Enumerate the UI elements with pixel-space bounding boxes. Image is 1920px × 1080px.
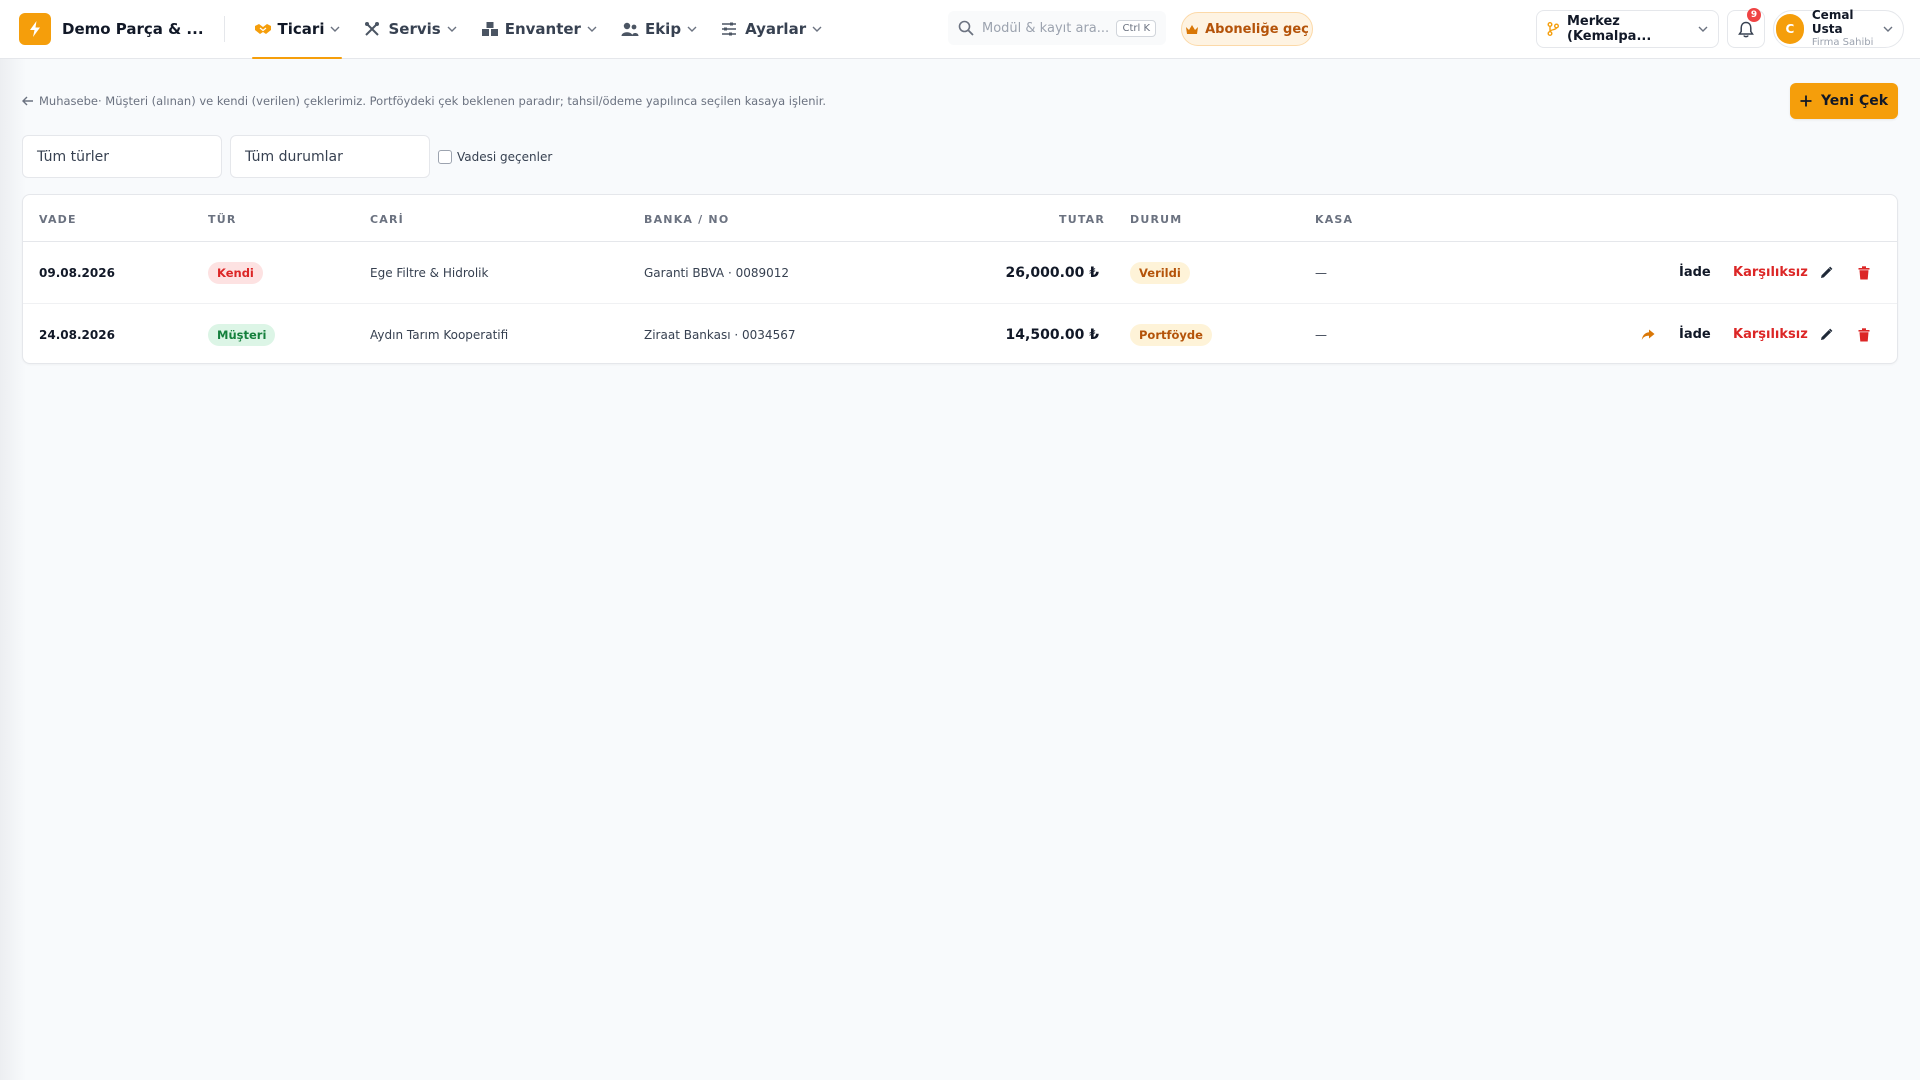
brand[interactable]: Demo Parça & ...	[19, 13, 204, 45]
users-icon	[621, 20, 639, 38]
nav-item-envanter[interactable]: Envanter	[471, 0, 607, 59]
chevron-down-icon	[1698, 26, 1708, 32]
amount: 26,000.00 ₺	[1005, 264, 1099, 281]
nav-item-ekip[interactable]: Ekip	[611, 0, 707, 59]
avatar: C	[1776, 14, 1804, 44]
nav-label: Ayarlar	[745, 20, 807, 38]
cash-account: —	[1315, 265, 1327, 280]
notification-badge: 9	[1747, 8, 1761, 22]
boxes-icon	[481, 20, 499, 38]
filter-bar: Tüm türler Tüm durumlar Vadesi geçenler	[22, 135, 552, 178]
column-header-durum: DURUM	[1130, 213, 1183, 226]
forward-icon[interactable]	[1641, 304, 1655, 365]
chevron-down-icon	[812, 24, 822, 34]
plus-icon	[1800, 95, 1812, 107]
breadcrumb: Muhasebe · Müşteri (alınan) ve kendi (ve…	[22, 94, 826, 108]
branch-selector[interactable]: Merkez (Kemalpa...	[1536, 10, 1719, 48]
brand-name: Demo Parça & ...	[62, 20, 204, 38]
column-header-vade: VADE	[39, 213, 77, 226]
global-search[interactable]: Ctrl K	[948, 11, 1166, 45]
type-badge: Müşteri	[208, 323, 276, 346]
bank-number: Ziraat Bankası · 0034567	[644, 327, 796, 342]
due-date: 09.08.2026	[39, 265, 115, 280]
subscribe-label: Aboneliğe geç	[1205, 21, 1309, 37]
search-icon	[958, 20, 974, 36]
sliders-icon	[721, 20, 739, 38]
column-header-tur: TÜR	[208, 213, 237, 226]
return-button[interactable]: İade	[1679, 304, 1711, 365]
status-filter-select[interactable]: Tüm durumlar	[230, 135, 430, 178]
handshake-icon	[254, 20, 272, 38]
type-cell: Müşteri	[208, 304, 276, 365]
account-name: Aydın Tarım Kooperatifi	[370, 327, 509, 342]
nav-label: Envanter	[504, 20, 581, 38]
edit-icon[interactable]	[1819, 242, 1833, 303]
divider	[223, 16, 225, 42]
due-date: 24.08.2026	[39, 327, 115, 342]
page-description: · Müşteri (alınan) ve kendi (verilen) çe…	[98, 94, 827, 108]
search-shortcut-hint: Ctrl K	[1116, 19, 1156, 37]
trash-icon[interactable]	[1858, 304, 1870, 365]
column-header-kasa: KASA	[1315, 213, 1354, 226]
table-header: VADE TÜR CARİ BANKA / NO TUTAR DURUM KAS…	[23, 195, 1897, 242]
nav-item-ticari[interactable]: Ticari	[244, 0, 351, 59]
return-button[interactable]: İade	[1679, 242, 1711, 303]
trash-icon[interactable]	[1858, 242, 1870, 303]
overdue-checkbox[interactable]	[438, 149, 452, 164]
status-cell: Verildi	[1130, 242, 1190, 303]
table-row[interactable]: 24.08.2026 Müşteri Aydın Tarım Kooperati…	[23, 303, 1897, 364]
overdue-filter[interactable]: Vadesi geçenler	[438, 149, 553, 164]
nav-label: Ticari	[277, 20, 325, 38]
nav-item-ayarlar[interactable]: Ayarlar	[711, 0, 832, 59]
type-badge: Kendi	[208, 261, 263, 284]
branch-label: Merkez (Kemalpa...	[1567, 14, 1652, 44]
nav-label: Ekip	[644, 20, 682, 38]
user-info: Cemal Usta Firma Sahibi	[1812, 9, 1883, 48]
table-row[interactable]: 09.08.2026 Kendi Ege Filtre & Hidrolik G…	[23, 242, 1897, 303]
status-cell: Portföyde	[1130, 304, 1212, 365]
user-menu[interactable]: C Cemal Usta Firma Sahibi	[1773, 9, 1904, 48]
new-check-label: Yeni Çek	[1820, 93, 1889, 109]
arrow-left-icon[interactable]	[22, 96, 34, 106]
nav-item-servis[interactable]: Servis	[354, 0, 466, 59]
subscribe-button[interactable]: Aboneliğe geç	[1181, 12, 1313, 46]
cash-account: —	[1315, 327, 1327, 342]
chevron-down-icon	[587, 24, 597, 34]
overdue-checkbox-label: Vadesi geçenler	[457, 149, 553, 164]
chevron-down-icon	[447, 24, 457, 34]
account-name: Ege Filtre & Hidrolik	[370, 265, 489, 280]
column-header-tutar: TUTAR	[1059, 213, 1106, 226]
bank-number: Garanti BBVA · 0089012	[644, 265, 790, 280]
chevron-down-icon	[1883, 26, 1893, 32]
bolt-icon	[19, 13, 51, 45]
chevron-down-icon	[687, 24, 697, 34]
top-navbar: Demo Parça & ... Ticari Servis Envanter	[0, 0, 1920, 59]
crown-icon	[1185, 24, 1199, 35]
user-name: Cemal Usta	[1811, 8, 1854, 37]
type-cell: Kendi	[208, 242, 263, 303]
amount: 14,500.00 ₺	[1005, 326, 1099, 343]
chevron-down-icon	[330, 24, 340, 34]
column-header-banka-no: BANKA / NO	[644, 213, 730, 226]
column-header-cari: CARİ	[370, 213, 404, 226]
new-check-button[interactable]: Yeni Çek	[1790, 83, 1898, 119]
tools-icon	[364, 20, 382, 38]
user-role: Firma Sahibi	[1811, 37, 1874, 49]
edit-icon[interactable]	[1819, 304, 1833, 365]
main-nav: Ticari Servis Envanter Ekip Ayarlar	[244, 0, 833, 59]
nav-label: Servis	[388, 20, 441, 38]
status-badge: Portföyde	[1130, 323, 1212, 346]
branch-icon	[1547, 22, 1559, 36]
bounced-button[interactable]: Karşılıksız	[1733, 304, 1808, 365]
notifications-button[interactable]: 9	[1727, 8, 1765, 48]
bounced-button[interactable]: Karşılıksız	[1733, 242, 1808, 303]
checks-table: VADE TÜR CARİ BANKA / NO TUTAR DURUM KAS…	[22, 194, 1898, 364]
breadcrumb-link-muhasebe[interactable]: Muhasebe	[39, 94, 98, 108]
bell-icon	[1738, 21, 1754, 38]
type-filter-select[interactable]: Tüm türler	[22, 135, 222, 178]
search-input[interactable]	[982, 20, 1112, 36]
status-badge: Verildi	[1130, 261, 1190, 284]
